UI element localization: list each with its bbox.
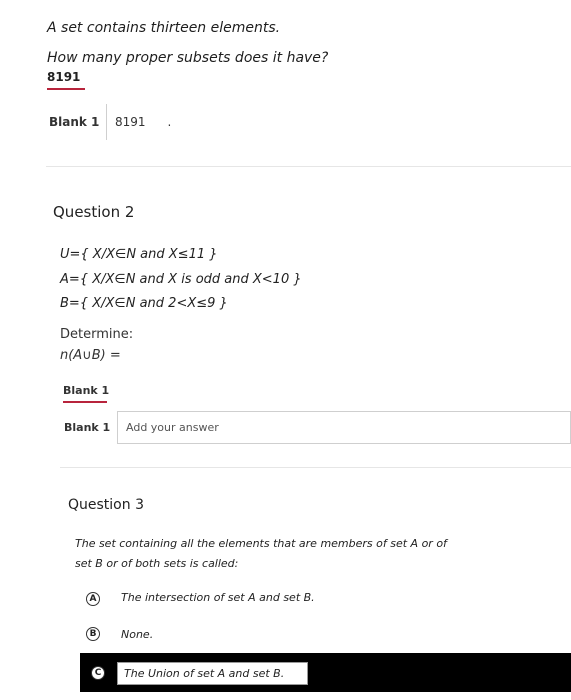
- q1-line2: How many proper subsets does it have?: [47, 50, 329, 66]
- q2-answer-input[interactable]: Add your answer: [117, 411, 571, 444]
- q1-blank-input[interactable]: 8191 .: [106, 104, 571, 140]
- q1-line1: A set contains thirteen elements.: [47, 20, 281, 36]
- q3-title: Question 3: [68, 497, 144, 513]
- option-c-text[interactable]: The Union of set A and set B.: [117, 662, 308, 685]
- option-b-text[interactable]: None.: [121, 628, 153, 641]
- q2-a-definition: A={ X/X∈N and X is odd and X<10 }: [60, 272, 302, 287]
- q2-u-definition: U={ X/X∈N and X≤11 }: [60, 247, 218, 262]
- q2-determine: Determine:: [60, 327, 134, 342]
- option-b-radio[interactable]: B: [86, 627, 100, 641]
- q2-blank-label: Blank 1: [64, 421, 111, 434]
- q1-answer-shown: 8191: [47, 70, 81, 84]
- q3-prompt-line1: The set containing all the elements that…: [75, 537, 447, 550]
- blank-tab-underline: [63, 401, 107, 403]
- q2-title: Question 2: [53, 203, 135, 221]
- q1-blank-value: 8191: [115, 115, 146, 129]
- q1-blank-label: Blank 1: [49, 115, 100, 129]
- q2-b-definition: B={ X/X∈N and 2<X≤9 }: [60, 296, 228, 311]
- divider: [60, 467, 571, 468]
- option-a-radio[interactable]: A: [86, 592, 100, 606]
- q2-blank-tab[interactable]: Blank 1: [63, 384, 109, 397]
- option-a-text[interactable]: The intersection of set A and set B.: [121, 591, 315, 604]
- q3-prompt-line2: set B or of both sets is called:: [75, 557, 239, 570]
- option-c-radio[interactable]: C: [91, 666, 105, 680]
- q2-expression: n(A∪B) =: [60, 348, 121, 363]
- q1-blank-dot: .: [167, 115, 172, 129]
- divider: [46, 166, 571, 167]
- answer-underline: [47, 88, 85, 90]
